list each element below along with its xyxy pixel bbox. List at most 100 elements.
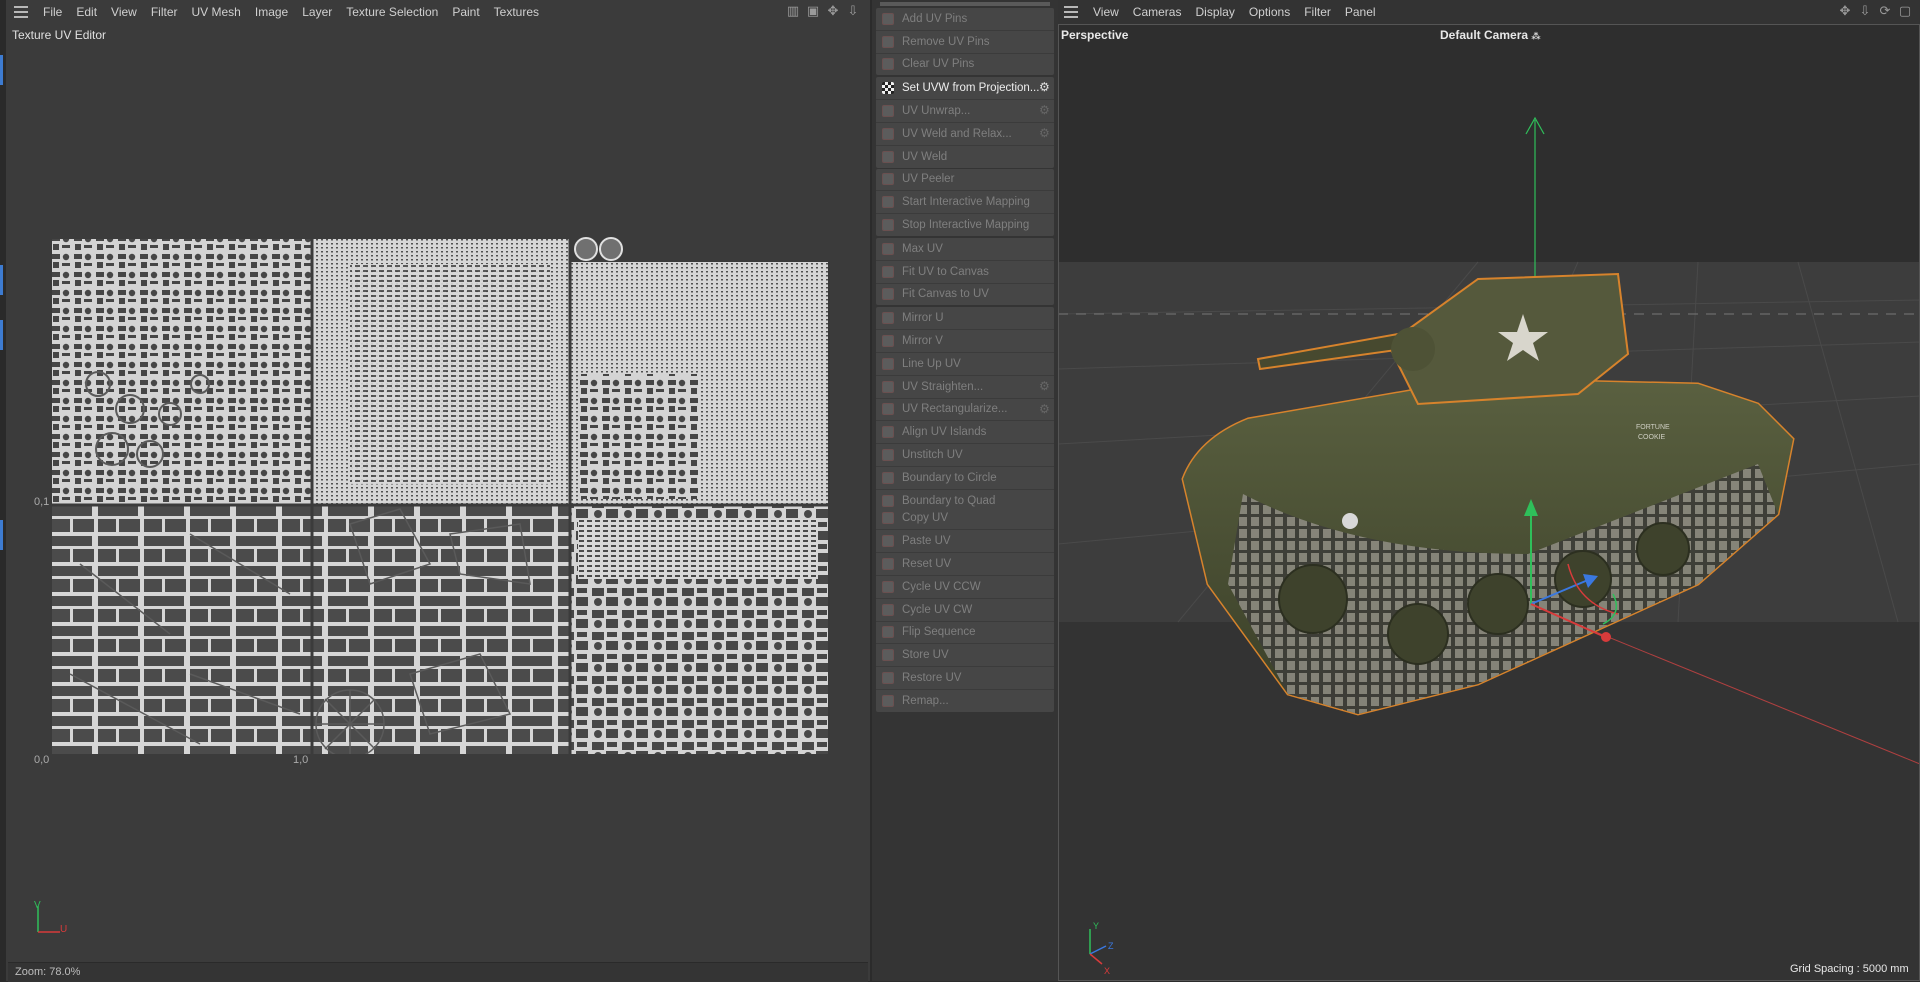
vp-menu-cameras[interactable]: Cameras [1126,5,1189,19]
uv-editor-menubar: File Edit View Filter UV Mesh Image Laye… [8,0,868,24]
cmd-restore-uv[interactable]: Restore UV [876,667,1054,690]
anchor-icon[interactable]: ⇩ [1858,4,1872,18]
cmd-label: Remove UV Pins [902,35,990,48]
gear-icon[interactable]: ⚙ [1039,127,1051,139]
tool-strip-marker[interactable] [0,320,3,350]
cmd-label: UV Straighten... [902,380,984,393]
uv-tile-2 [312,239,570,754]
cmd-set-uvw-from-projection[interactable]: Set UVW from Projection... ⚙ [876,77,1054,101]
chart-icon[interactable]: ▥ [786,4,800,18]
boundary-quad-icon [882,494,894,507]
cmd-uv-peeler[interactable]: UV Peeler [876,169,1054,192]
cmd-label: Remap... [902,694,949,707]
cmd-label: Fit Canvas to UV [902,288,989,301]
straighten-icon [882,380,894,393]
cmd-mirror-v[interactable]: Mirror V [876,330,1054,353]
cmd-uv-weld[interactable]: UV Weld [876,146,1054,168]
cmd-reset-uv[interactable]: Reset UV [876,553,1054,576]
gear-icon[interactable]: ⚙ [1039,403,1051,415]
cmd-remove-uv-pins[interactable]: Remove UV Pins [876,31,1054,54]
cmd-paste-uv[interactable]: Paste UV [876,530,1054,554]
cmd-uv-weld-and-relax[interactable]: UV Weld and Relax... ⚙ [876,123,1054,146]
cmd-unstitch-uv[interactable]: Unstitch UV [876,444,1054,467]
cmd-fit-canvas-to-uv[interactable]: Fit Canvas to UV [876,284,1054,306]
cmd-label: Start Interactive Mapping [902,196,1030,209]
cmd-cycle-uv-cw[interactable]: Cycle UV CW [876,599,1054,622]
stop-mapping-icon [882,219,894,232]
cmd-remap[interactable]: Remap... [876,690,1054,712]
restore-uv-icon [882,672,894,685]
tool-strip-marker[interactable] [0,265,3,295]
cycle-ccw-icon [882,580,894,593]
menu-filter[interactable]: Filter [144,5,185,19]
uv-axis-u-label: U [60,924,68,935]
menu-paint[interactable]: Paint [445,5,486,19]
uv-handle-icon[interactable] [599,237,623,261]
cmd-cycle-uv-ccw[interactable]: Cycle UV CCW [876,576,1054,599]
move-icon[interactable]: ✥ [1838,4,1852,18]
cmd-clear-uv-pins[interactable]: Clear UV Pins [876,54,1054,76]
uv-canvas[interactable] [50,234,828,754]
maximize-icon[interactable]: ▢ [1898,4,1912,18]
cmd-boundary-to-circle[interactable]: Boundary to Circle [876,467,1054,490]
move-icon[interactable]: ✥ [826,4,840,18]
paste-uv-icon [882,535,894,548]
menu-layer[interactable]: Layer [295,5,339,19]
grid-spacing-readout: Grid Spacing : 5000 mm [1790,963,1909,975]
menu-edit[interactable]: Edit [69,5,104,19]
viewport-projection-label[interactable]: Perspective [1061,28,1128,42]
unstitch-icon [882,449,894,462]
cmd-uv-rectangularize[interactable]: UV Rectangularize... ⚙ [876,399,1054,422]
cmd-label: Reset UV [902,558,952,571]
gear-icon[interactable]: ⚙ [1039,104,1051,116]
menu-file[interactable]: File [36,5,69,19]
cmd-uv-unwrap[interactable]: UV Unwrap... ⚙ [876,100,1054,123]
zoom-level: Zoom: 78.0% [15,966,81,978]
cmd-line-up-uv[interactable]: Line Up UV [876,353,1054,376]
gear-icon[interactable]: ⚙ [1039,81,1051,93]
weld-icon [882,150,894,163]
tool-strip-marker[interactable] [0,55,3,85]
start-mapping-icon [882,196,894,209]
tool-strip-marker[interactable] [0,520,3,550]
vp-menu-filter[interactable]: Filter [1297,5,1338,19]
remap-icon [882,694,894,707]
cmd-align-uv-islands[interactable]: Align UV Islands [876,421,1054,445]
anchor-icon[interactable]: ⇩ [846,4,860,18]
cmd-copy-uv[interactable]: Copy UV [876,508,1054,531]
menu-view[interactable]: View [104,5,144,19]
mirror-u-icon [882,312,894,325]
cmd-start-interactive-mapping[interactable]: Start Interactive Mapping [876,191,1054,215]
rotate-icon[interactable]: ⟳ [1878,4,1892,18]
vp-menu-panel[interactable]: Panel [1338,5,1383,19]
cmd-store-uv[interactable]: Store UV [876,644,1054,668]
cmd-mirror-u[interactable]: Mirror U [876,307,1054,331]
cmd-label: UV Weld and Relax... [902,127,1012,140]
hamburger-menu-icon[interactable] [14,5,28,19]
vp-menu-options[interactable]: Options [1242,5,1297,19]
menu-uv-mesh[interactable]: UV Mesh [185,5,248,19]
menu-texture-selection[interactable]: Texture Selection [339,5,445,19]
hamburger-menu-icon[interactable] [1064,5,1078,19]
cmd-label: UV Unwrap... [902,105,971,118]
gear-icon[interactable]: ⚙ [1039,380,1051,392]
cmd-add-uv-pins[interactable]: Add UV Pins [876,8,1054,31]
cmd-label: Cycle UV CW [902,603,973,616]
vp-menu-display[interactable]: Display [1188,5,1241,19]
cmd-flip-sequence[interactable]: Flip Sequence [876,622,1054,645]
palette-grip[interactable] [880,2,1050,6]
cmd-label: UV Rectangularize... [902,403,1008,416]
add-pin-icon [882,12,894,25]
viewport-camera-label[interactable]: Default Camera ⁂ [1440,28,1541,42]
cmd-label: Line Up UV [902,357,961,370]
vp-menu-view[interactable]: View [1086,5,1126,19]
menu-image[interactable]: Image [248,5,295,19]
cmd-fit-uv-to-canvas[interactable]: Fit UV to Canvas [876,261,1054,284]
menu-textures[interactable]: Textures [487,5,546,19]
boundary-circle-icon [882,471,894,484]
uv-handle-icon[interactable] [574,237,598,261]
cmd-max-uv[interactable]: Max UV [876,238,1054,261]
cmd-uv-straighten[interactable]: UV Straighten... ⚙ [876,376,1054,399]
lock-icon[interactable]: ▣ [806,4,820,18]
cmd-stop-interactive-mapping[interactable]: Stop Interactive Mapping [876,214,1054,236]
